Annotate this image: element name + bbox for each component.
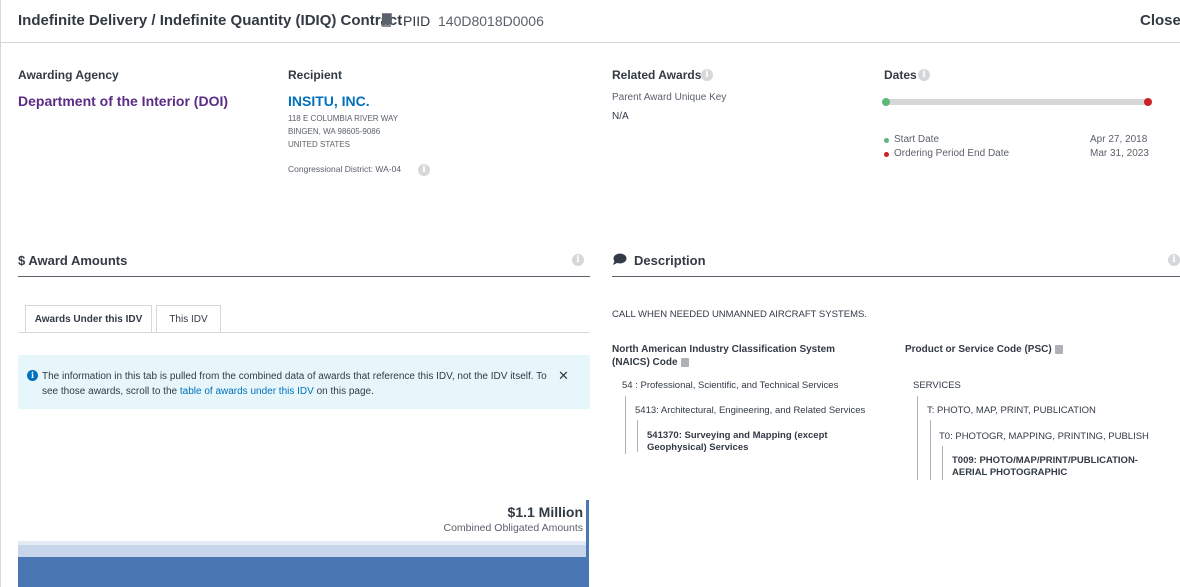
end-date-legend-dot xyxy=(884,152,889,157)
close-icon[interactable]: ✕ xyxy=(558,368,569,384)
psc-heading: Product or Service Code (PSC) xyxy=(905,343,1063,356)
info-banner: i The information in this tab is pulled … xyxy=(18,355,590,409)
recipient-link[interactable]: INSITU, INC. xyxy=(288,93,370,109)
dates-info-icon[interactable]: i xyxy=(918,69,930,81)
congressional-info-icon[interactable]: i xyxy=(418,164,430,176)
date-timeline-bar xyxy=(884,99,1150,105)
recipient-address-line2: BINGEN, WA 98605-9086 xyxy=(288,127,381,136)
description-title: Description xyxy=(634,253,706,268)
piid-value: 140D8018D0006 xyxy=(438,13,544,29)
book-icon[interactable] xyxy=(380,13,393,27)
page-frame xyxy=(0,0,1180,587)
related-awards-label: Related Awards xyxy=(612,68,702,82)
recipient-address-line3: UNITED STATES xyxy=(288,140,350,149)
amount-marker-line xyxy=(586,500,589,587)
dates-label: Dates xyxy=(884,68,917,82)
parent-award-key-value: N/A xyxy=(612,111,629,122)
start-date-label: Start Date xyxy=(894,134,940,145)
psc-tree-line-1 xyxy=(917,396,918,480)
info-banner-text: The information in this tab is pulled fr… xyxy=(42,371,547,397)
start-date-value: Apr 27, 2018 xyxy=(1090,134,1148,145)
combined-obligated-amount: $1.1 Million xyxy=(507,504,583,520)
description-text: CALL WHEN NEEDED UNMANNED AIRCRAFT SYSTE… xyxy=(612,309,867,320)
combined-obligated-label: Combined Obligated Amounts xyxy=(443,522,584,534)
status-badge: Closed xyxy=(1140,12,1180,29)
description-divider xyxy=(612,276,1180,277)
info-circle-icon: i xyxy=(27,370,38,381)
note-icon[interactable] xyxy=(680,357,689,367)
psc-level-2: T: PHOTO, MAP, PRINT, PUBLICATION xyxy=(927,405,1096,416)
psc-level-1: SERVICES xyxy=(913,380,961,391)
recipient-address-line1: 118 E COLUMBIA RIVER WAY xyxy=(288,114,399,123)
recipient-label: Recipient xyxy=(288,68,343,82)
naics-level-3: 541370: Surveying and Mapping (except Ge… xyxy=(647,430,828,453)
naics-heading: North American Industry Classification S… xyxy=(612,344,836,368)
timeline-end-marker xyxy=(1144,98,1152,106)
award-amounts-title: $ Award Amounts xyxy=(18,253,128,268)
awarding-agency-label: Awarding Agency xyxy=(18,68,119,82)
related-awards-info-icon[interactable]: i xyxy=(701,69,713,81)
award-amounts-info-icon[interactable]: i xyxy=(572,254,584,266)
psc-tree-line-3 xyxy=(942,446,943,480)
parent-award-key-label: Parent Award Unique Key xyxy=(612,92,727,103)
award-header: Indefinite Delivery / Indefinite Quantit… xyxy=(0,0,1180,43)
naics-tree-line-1 xyxy=(625,396,626,454)
award-type-title: Indefinite Delivery / Indefinite Quantit… xyxy=(18,12,403,29)
speech-bubble-icon xyxy=(613,253,627,265)
congressional-district: Congressional District: WA-04 xyxy=(288,164,401,174)
naics-tree-line-2 xyxy=(637,420,638,452)
tab-awards-under-idv[interactable]: Awards Under this IDV xyxy=(25,305,152,333)
piid-label: PIID xyxy=(403,13,431,29)
naics-level-1: 54 : Professional, Scientific, and Techn… xyxy=(622,380,839,391)
tabs-baseline xyxy=(18,332,590,333)
psc-tree-line-2 xyxy=(930,420,931,480)
amount-bar-obligated[interactable] xyxy=(18,557,586,587)
congressional-district-text: Congressional District: WA-04 xyxy=(288,164,402,174)
amount-bar-current xyxy=(18,545,586,557)
award-amounts-divider xyxy=(18,276,590,277)
psc-level-4: T009: PHOTO/MAP/PRINT/PUBLICATION-AERIAL… xyxy=(952,455,1138,478)
timeline-start-marker xyxy=(882,98,890,106)
naics-level-2: 5413: Architectural, Engineering, and Re… xyxy=(635,405,866,416)
end-date-value: Mar 31, 2023 xyxy=(1090,148,1149,159)
description-info-icon[interactable]: i xyxy=(1168,254,1180,266)
note-icon[interactable] xyxy=(1054,344,1063,354)
start-date-legend-dot xyxy=(884,138,889,143)
psc-level-3: T0: PHOTOGR, MAPPING, PRINTING, PUBLISH xyxy=(939,431,1149,442)
end-date-label: Ordering Period End Date xyxy=(894,148,1010,159)
awarding-agency-link[interactable]: Department of the Interior (DOI) xyxy=(18,93,228,109)
tab-this-idv[interactable]: This IDV xyxy=(156,305,221,333)
awards-table-link[interactable]: table of awards under this IDV xyxy=(180,386,314,397)
